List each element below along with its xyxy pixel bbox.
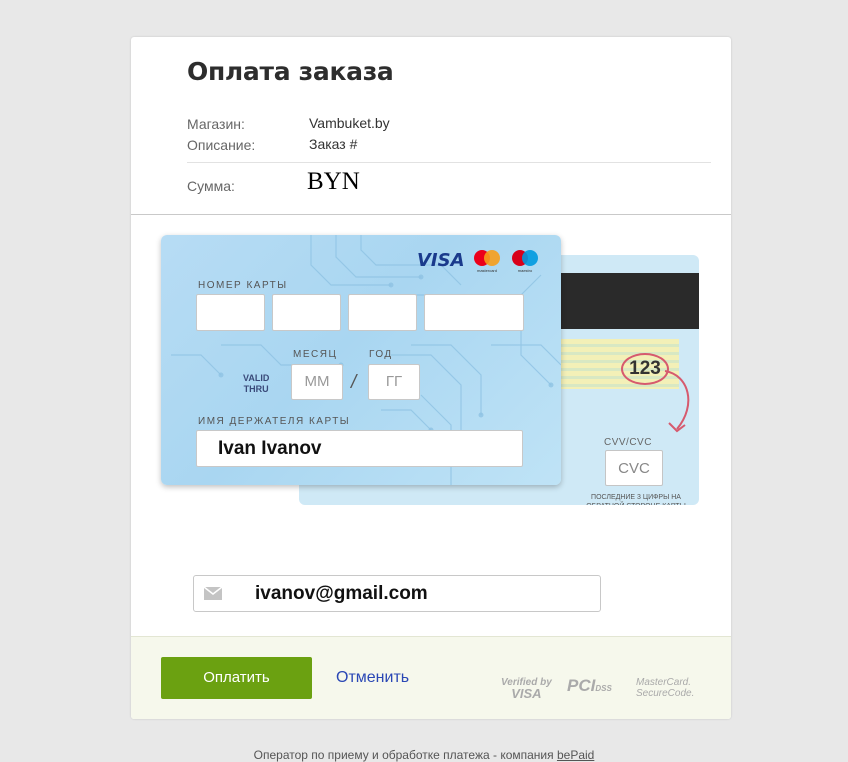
card-number-input-4[interactable] xyxy=(424,294,524,331)
mastercard-logo: mastercard xyxy=(474,250,500,273)
bepaid-link[interactable]: bePaid xyxy=(557,748,594,762)
email-value: ivanov@gmail.com xyxy=(255,583,428,604)
mc-line1: MasterCard. xyxy=(636,677,692,688)
valid-thru-label: VALID THRU xyxy=(243,373,269,395)
sum-label: Сумма: xyxy=(187,178,235,194)
card-number-input-1[interactable] xyxy=(196,294,265,331)
mastercard-securecode-badge: MasterCard. SecureCode. xyxy=(636,677,694,699)
arrow-icon xyxy=(664,370,690,433)
card-front: VISA mastercard maestro НОМЕР КАРТЫ МЕСЯ… xyxy=(161,235,561,485)
cvv-label: CVV/CVC xyxy=(604,437,652,448)
dss-text: DSS xyxy=(595,684,612,693)
year-label: ГОД xyxy=(369,349,393,360)
header-divider xyxy=(131,214,731,215)
mc-line2: SecureCode. xyxy=(636,688,695,699)
verified-by-visa-badge: Verified by VISA xyxy=(501,677,552,701)
shop-value: Vambuket.by xyxy=(309,115,390,131)
verified-line2: VISA xyxy=(511,686,542,701)
pay-button[interactable]: Оплатить xyxy=(161,657,312,699)
maestro-wordmark: maestro xyxy=(518,268,533,273)
operator-text: Оператор по приему и обработке платежа -… xyxy=(253,748,557,762)
info-divider xyxy=(187,162,711,163)
valid-thru-line1: VALID xyxy=(243,373,270,383)
expiry-slash: / xyxy=(351,372,357,393)
cvc-input[interactable]: CVC xyxy=(605,450,663,486)
cvv-note: ПОСЛЕДНИЕ 3 ЦИФРЫ НА ОБРАТНОЙ СТОРОНЕ КА… xyxy=(586,494,686,505)
visa-logo: VISA xyxy=(417,250,465,271)
operator-note: Оператор по приему и обработке платежа -… xyxy=(0,748,848,762)
email-input[interactable]: ivanov@gmail.com xyxy=(193,575,601,612)
page-title: Оплата заказа xyxy=(187,57,394,86)
pci-dss-badge: PCIDSS xyxy=(567,677,612,694)
mastercard-wordmark: mastercard xyxy=(477,268,497,273)
action-footer: Оплатить Отменить Verified by VISA PCIDS… xyxy=(131,636,731,719)
expiry-year-input[interactable]: ГГ xyxy=(368,364,420,400)
pci-text: PCI xyxy=(567,676,596,695)
valid-thru-line2: THRU xyxy=(243,384,269,394)
description-value: Заказ # xyxy=(309,136,358,152)
sum-value: BYN xyxy=(307,168,360,195)
month-label: МЕСЯЦ xyxy=(293,349,338,360)
description-label: Описание: xyxy=(187,137,256,153)
cardholder-input[interactable]: Ivan Ivanov xyxy=(196,430,523,467)
card-number-label: НОМЕР КАРТЫ xyxy=(198,280,288,291)
payment-panel: Оплата заказа Магазин: Vambuket.by Описа… xyxy=(131,37,731,719)
maestro-logo: maestro xyxy=(512,250,538,273)
shop-label: Магазин: xyxy=(187,116,245,132)
envelope-icon xyxy=(204,587,222,600)
expiry-month-input[interactable]: ММ xyxy=(291,364,343,400)
card-number-input-2[interactable] xyxy=(272,294,341,331)
cardholder-label: ИМЯ ДЕРЖАТЕЛЯ КАРТЫ xyxy=(198,416,351,427)
cancel-link[interactable]: Отменить xyxy=(336,669,409,687)
card-number-input-3[interactable] xyxy=(348,294,417,331)
